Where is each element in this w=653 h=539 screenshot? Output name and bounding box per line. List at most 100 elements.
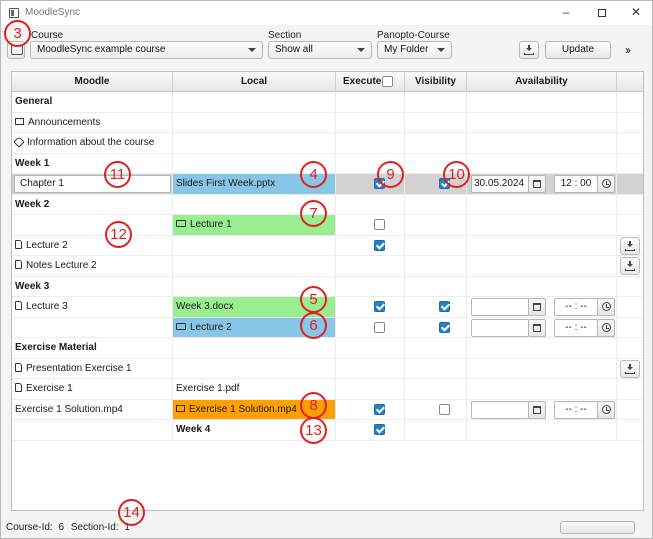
moodle-item-label: Information about the course — [27, 137, 155, 148]
time-input[interactable]: 12 : 00 — [554, 175, 598, 193]
date-input[interactable] — [471, 400, 529, 419]
table-row[interactable]: Lecture 2 -- : -- — [12, 317, 643, 338]
moodle-item[interactable]: Week 2 — [13, 199, 49, 210]
moodle-item[interactable]: Notes Lecture 2 — [13, 260, 97, 271]
download-button[interactable] — [620, 359, 640, 378]
moodle-item[interactable]: Announcements — [13, 117, 100, 128]
local-item: Week 4 — [174, 424, 210, 435]
date-input[interactable] — [471, 298, 529, 316]
moodle-item[interactable]: Exercise 1 Solution.mp4 — [13, 404, 123, 415]
app-icon — [9, 8, 19, 18]
time-picker-button[interactable] — [597, 298, 615, 316]
table-row[interactable]: General — [12, 92, 643, 113]
local-cell — [173, 112, 336, 132]
execute-checkbox[interactable] — [374, 321, 385, 333]
table-row[interactable]: Notes Lecture 2 — [12, 256, 643, 277]
table-row[interactable]: Exercise Material — [12, 338, 643, 359]
table-row[interactable]: Week 3 — [12, 276, 643, 297]
header-execute[interactable]: Execute — [336, 72, 405, 92]
moodle-item[interactable]: Lecture 3 — [13, 301, 68, 312]
moodle-item[interactable]: Week 1 — [13, 158, 49, 169]
clock-icon — [602, 404, 611, 414]
visibility-checkbox[interactable] — [439, 301, 450, 312]
sync-table: Moodle Local Execute Visibility Availabi… — [11, 71, 644, 511]
download-all-button[interactable] — [519, 41, 539, 59]
date-input[interactable]: 30.05.2024 — [471, 175, 529, 193]
execute-checkbox[interactable] — [374, 403, 385, 415]
header-availability[interactable]: Availability — [467, 72, 617, 92]
visibility-checkbox[interactable] — [439, 403, 450, 415]
actions-cell — [617, 133, 643, 153]
progress-bar — [560, 521, 635, 534]
moodle-item-label: Presentation Exercise 1 — [26, 362, 132, 374]
table-row[interactable]: Lecture 3 Week 3.docx -- : -- — [12, 297, 643, 318]
execute-checkbox[interactable] — [374, 239, 385, 251]
annotation-marker: 8 — [300, 392, 327, 419]
moodle-cell: Week 3 — [12, 276, 173, 296]
date-picker-button[interactable] — [528, 175, 546, 193]
file-icon — [15, 260, 22, 269]
table-row[interactable]: Week 2 — [12, 194, 643, 215]
moodle-item[interactable]: Lecture 2 — [13, 239, 68, 251]
actions-cell — [617, 92, 643, 112]
time-input[interactable]: -- : -- — [554, 298, 598, 316]
date-input[interactable] — [471, 318, 529, 337]
execute-checkbox[interactable] — [374, 219, 385, 230]
annotation-marker: 13 — [300, 417, 327, 444]
execute-checkbox[interactable] — [374, 424, 385, 435]
panopto-course-select[interactable]: My Folder — [377, 41, 452, 59]
table-row[interactable]: Exercise 1 Exercise 1.pdf — [12, 379, 643, 400]
moodle-item[interactable]: Exercise Material — [13, 342, 97, 353]
table-row[interactable]: Presentation Exercise 1 — [12, 358, 643, 379]
section-select[interactable]: Show all — [268, 41, 372, 59]
calendar-icon — [533, 303, 541, 311]
table-row[interactable]: Announcements — [12, 112, 643, 133]
execute-cell — [336, 317, 405, 337]
moodle-item[interactable]: Presentation Exercise 1 — [13, 362, 132, 374]
time-input[interactable]: -- : -- — [554, 318, 598, 337]
execute-cell — [336, 112, 405, 132]
download-button[interactable] — [620, 236, 640, 255]
header-visibility[interactable]: Visibility — [405, 72, 467, 92]
moodle-item[interactable]: General — [13, 96, 52, 107]
more-options-button[interactable]: ›› — [625, 43, 631, 57]
header-moodle[interactable]: Moodle — [12, 72, 173, 92]
maximize-button[interactable] — [585, 1, 619, 25]
execute-checkbox[interactable] — [374, 301, 385, 312]
course-select[interactable]: MoodleSync example course — [30, 41, 263, 59]
execute-all-checkbox[interactable] — [382, 76, 393, 87]
header-local[interactable]: Local — [173, 72, 336, 92]
time-picker-button[interactable] — [597, 318, 615, 337]
header-execute-label: Execute — [343, 76, 382, 87]
moodle-item-label: Exercise 1 — [26, 383, 73, 394]
date-picker-button[interactable] — [528, 298, 546, 316]
annotation-marker: 7 — [300, 200, 327, 227]
calendar-icon — [533, 323, 541, 332]
execute-cell — [336, 358, 405, 378]
visibility-cell — [405, 317, 467, 337]
moodle-name-input[interactable]: Chapter 1 — [14, 175, 171, 193]
moodle-item[interactable]: Information about the course — [13, 136, 155, 148]
date-picker-button[interactable] — [528, 400, 546, 419]
close-button[interactable]: ✕ — [619, 1, 653, 25]
visibility-checkbox[interactable] — [439, 321, 450, 333]
moodle-cell: Exercise 1 Solution.mp4 — [12, 399, 173, 419]
moodle-cell: General — [12, 92, 173, 112]
moodle-item[interactable]: Exercise 1 — [13, 383, 73, 394]
annotation-marker: 9 — [377, 161, 404, 188]
moodle-item-label: Exercise 1 Solution.mp4 — [15, 403, 123, 415]
file-icon — [15, 239, 22, 249]
table-row[interactable]: Exercise 1 Solution.mp4 Exercise 1 Soluti… — [12, 399, 643, 420]
update-button[interactable]: Update — [545, 41, 611, 59]
minimize-button[interactable]: – — [549, 1, 583, 25]
moodle-item[interactable]: Week 3 — [13, 281, 49, 292]
time-input[interactable]: -- : -- — [554, 400, 598, 419]
annotation-marker: 11 — [104, 161, 131, 188]
table-row[interactable]: Information about the course — [12, 133, 643, 154]
time-picker-button[interactable] — [597, 175, 615, 193]
time-picker-button[interactable] — [597, 400, 615, 419]
download-button[interactable] — [620, 257, 640, 275]
actions-cell — [617, 174, 643, 194]
table-row[interactable]: Week 4 — [12, 420, 643, 441]
date-picker-button[interactable] — [528, 318, 546, 337]
